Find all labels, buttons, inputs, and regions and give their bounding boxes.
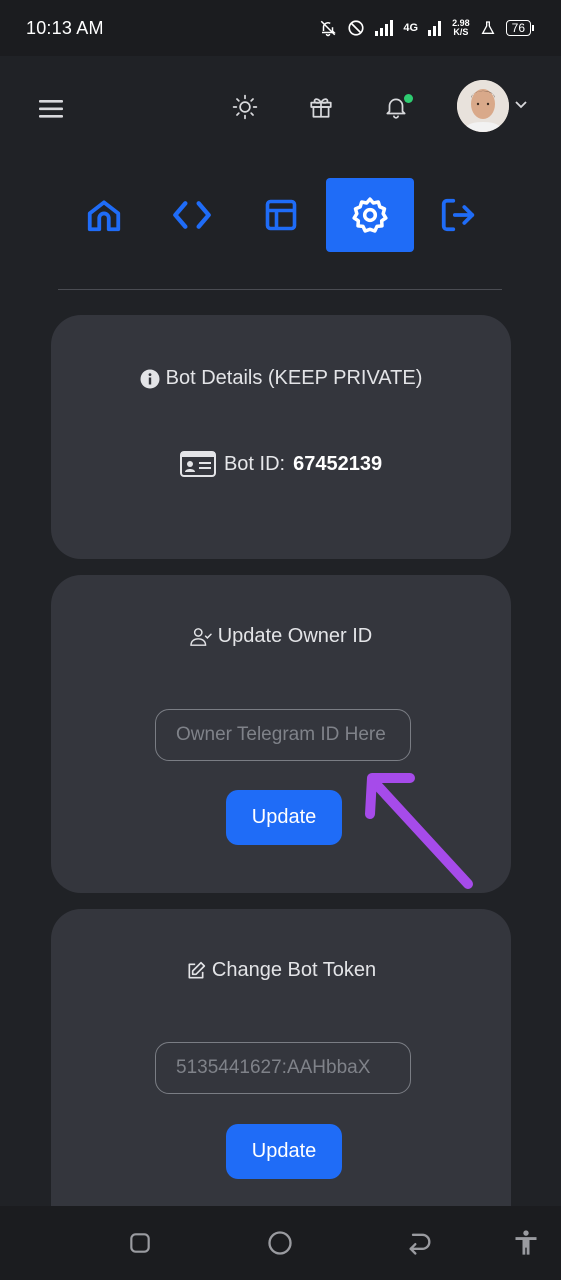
bot-token-input[interactable] xyxy=(155,1042,411,1094)
flask-icon xyxy=(481,21,495,34)
edit-icon xyxy=(188,961,206,978)
top-header xyxy=(0,56,561,156)
change-token-title: Change Bot Token xyxy=(51,959,511,982)
divider xyxy=(58,289,502,290)
layout-icon xyxy=(265,199,297,231)
tab-code[interactable] xyxy=(148,178,236,252)
avatar[interactable] xyxy=(457,80,509,132)
home-circle-icon[interactable] xyxy=(265,1228,295,1258)
status-icons: 4G 2.98 K/S 76 xyxy=(319,19,535,37)
update-owner-title: Update Owner ID xyxy=(51,625,511,648)
owner-id-input[interactable] xyxy=(155,709,411,761)
sun-icon[interactable] xyxy=(230,92,260,122)
notification-dot xyxy=(404,94,413,103)
update-owner-button[interactable]: Update xyxy=(226,790,342,845)
signal-icon xyxy=(375,20,394,36)
status-bar: 10:13 AM 4G 2.98 K/S 76 xyxy=(0,0,561,56)
id-card-icon xyxy=(179,451,216,477)
info-icon xyxy=(140,369,160,388)
status-time: 10:13 AM xyxy=(26,17,104,38)
logout-icon xyxy=(441,198,475,232)
bot-details-card: Bot Details (KEEP PRIVATE) Bot ID: 67452… xyxy=(51,315,511,559)
notifications-off-icon xyxy=(321,20,337,37)
annotation-arrow-icon xyxy=(365,773,473,889)
tab-settings[interactable] xyxy=(326,178,414,252)
user-check-icon xyxy=(190,627,212,646)
do-not-disturb-icon xyxy=(348,20,364,36)
tab-layout[interactable] xyxy=(237,178,325,252)
accessibility-icon[interactable] xyxy=(511,1228,541,1258)
bot-details-title: Bot Details (KEEP PRIVATE) xyxy=(51,367,511,390)
settings-icon xyxy=(352,197,388,233)
bot-id-value: 67452139 xyxy=(293,452,383,475)
update-token-button[interactable]: Update xyxy=(226,1124,342,1179)
back-icon[interactable] xyxy=(405,1228,435,1258)
tab-logout[interactable] xyxy=(414,178,502,252)
signal-icon-2 xyxy=(428,21,442,36)
gift-icon[interactable] xyxy=(306,92,336,122)
menu-icon[interactable] xyxy=(36,96,68,122)
recents-icon[interactable] xyxy=(125,1228,155,1258)
bot-id: Bot ID: 67452139 xyxy=(51,451,511,477)
chevron-down-icon[interactable] xyxy=(512,96,530,114)
battery-indicator: 76 xyxy=(505,20,535,36)
home-icon xyxy=(87,200,121,232)
bot-id-label: Bot ID: xyxy=(223,452,286,475)
tab-home[interactable] xyxy=(60,178,148,252)
network-speed: 2.98 K/S xyxy=(452,18,470,37)
main-nav-tabs xyxy=(58,178,503,252)
system-nav-bar xyxy=(0,1206,561,1280)
code-icon xyxy=(173,201,211,229)
bell-icon[interactable] xyxy=(381,92,413,122)
network-type: 4G xyxy=(403,22,419,34)
change-token-card: Change Bot Token Update xyxy=(51,909,511,1239)
